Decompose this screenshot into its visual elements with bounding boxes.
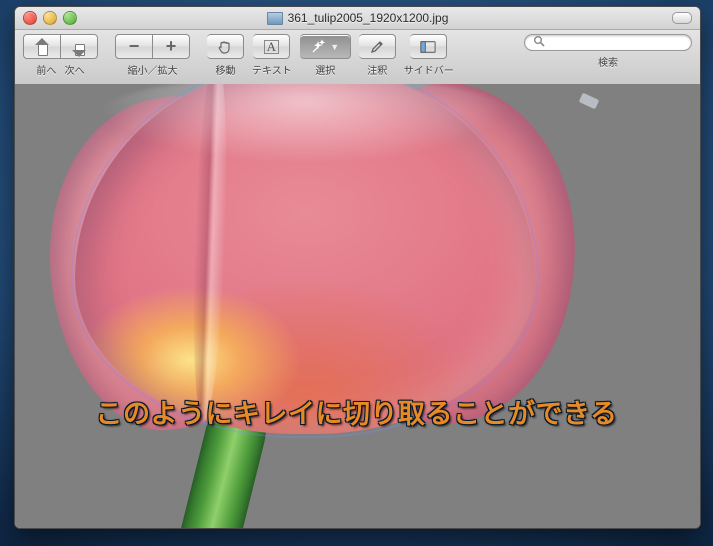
select-tool-button[interactable]: ▼ xyxy=(300,34,351,59)
sidebar-button[interactable] xyxy=(410,34,447,59)
page-up-icon xyxy=(35,38,49,56)
annotate-label: 注釈 xyxy=(367,62,387,77)
zoom-out-button[interactable]: − xyxy=(115,34,153,59)
move-group: 移動 xyxy=(207,34,244,77)
select-group: ▼ 選択 xyxy=(300,34,351,77)
text-tool-button[interactable]: A xyxy=(253,34,290,59)
window-title: 361_tulip2005_1920x1200.jpg xyxy=(267,11,449,25)
tulip-image xyxy=(15,84,575,528)
window-controls xyxy=(23,11,77,25)
titlebar: 361_tulip2005_1920x1200.jpg xyxy=(15,7,700,30)
minimize-button[interactable] xyxy=(43,11,57,25)
search-icon xyxy=(533,35,545,50)
move-label: 移動 xyxy=(216,62,236,77)
select-label: 選択 xyxy=(315,62,335,77)
artifact-speck xyxy=(579,93,600,110)
window-title-text: 361_tulip2005_1920x1200.jpg xyxy=(288,11,449,25)
sidebar-label: サイドバー xyxy=(404,62,454,77)
pencil-icon xyxy=(369,39,385,55)
magic-select-icon xyxy=(310,39,326,55)
zoom-label: 縮小／拡大 xyxy=(128,62,178,77)
nav-group: 前へ 次へ xyxy=(23,34,98,77)
close-button[interactable] xyxy=(23,11,37,25)
nav-label: 前へ 次へ xyxy=(36,62,84,77)
zoom-in-button[interactable]: + xyxy=(152,34,190,59)
annotate-tool-button[interactable] xyxy=(359,34,396,59)
sidebar-group: サイドバー xyxy=(404,34,454,77)
search-field[interactable] xyxy=(524,34,692,51)
toolbar: 前へ 次へ − + 縮小／拡大 移動 xyxy=(15,30,700,88)
preview-window: 361_tulip2005_1920x1200.jpg 前へ 次へ − + xyxy=(14,6,701,529)
image-viewport[interactable] xyxy=(15,84,700,528)
page-down-icon xyxy=(72,38,86,56)
sidebar-icon xyxy=(420,39,436,55)
prev-button[interactable] xyxy=(23,34,61,59)
search-input[interactable] xyxy=(549,36,683,50)
text-label: テキスト xyxy=(252,62,292,77)
text-icon: A xyxy=(264,40,279,54)
next-button[interactable] xyxy=(60,34,98,59)
move-tool-button[interactable] xyxy=(207,34,244,59)
toolbar-toggle-button[interactable] xyxy=(672,12,692,24)
zoom-group: − + 縮小／拡大 xyxy=(115,34,190,77)
dropdown-caret-icon: ▼ xyxy=(330,42,339,52)
search-label: 検索 xyxy=(524,54,692,69)
search-group: 検索 xyxy=(524,34,692,69)
document-icon xyxy=(267,12,283,25)
zoom-button[interactable] xyxy=(63,11,77,25)
annotate-group: 注釈 xyxy=(359,34,396,77)
hand-icon xyxy=(217,39,233,55)
text-group: A テキスト xyxy=(252,34,292,77)
